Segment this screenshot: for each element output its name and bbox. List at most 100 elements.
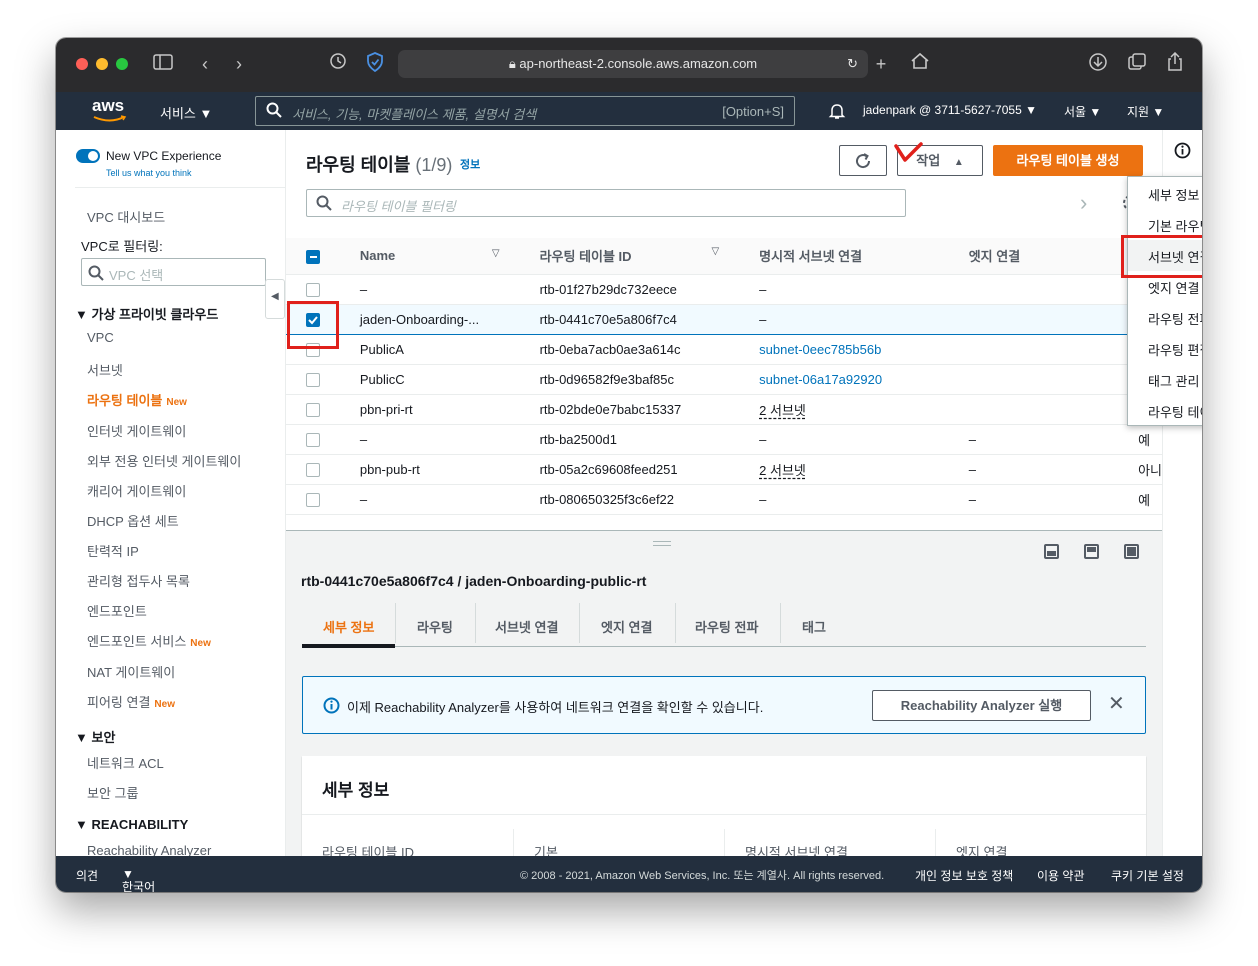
tab-subnet-associations[interactable]: 서브넷 연결 xyxy=(495,617,558,636)
menu-item-view-details[interactable]: 세부 정보 보기 xyxy=(1148,185,1202,204)
table-row[interactable]: PublicA rtb-0eba7acb0ae3a614c subnet-0eec7… xyxy=(286,334,1162,365)
menu-item-delete-route-table[interactable]: 라우팅 테이블 삭제 xyxy=(1148,402,1202,421)
run-reachability-analyzer-button[interactable]: Reachability Analyzer 실행 xyxy=(872,690,1091,721)
shield-icon[interactable] xyxy=(363,52,387,76)
next-page-icon[interactable]: › xyxy=(1080,190,1087,216)
row-route-table-id[interactable]: rtb-080650325f3c6ef22 xyxy=(519,484,740,515)
menu-item-edit-route-propagation[interactable]: 라우팅 전파 편집 xyxy=(1148,309,1202,328)
column-name[interactable]: Name ▽ xyxy=(339,238,520,275)
download-icon[interactable] xyxy=(1086,52,1110,76)
row-checkbox-cell[interactable] xyxy=(286,274,340,305)
footer-feedback-link[interactable]: 의견 xyxy=(76,867,98,884)
row-route-table-id[interactable]: rtb-05a2c69608feed251 xyxy=(519,454,740,485)
vpc-filter-select[interactable]: VPC 선택 xyxy=(81,258,266,286)
row-checkbox-cell[interactable] xyxy=(286,394,340,425)
refresh-button[interactable] xyxy=(839,145,887,176)
forward-icon[interactable]: › xyxy=(227,52,251,76)
aws-logo[interactable]: aws xyxy=(92,96,128,124)
new-vpc-experience-toggle[interactable] xyxy=(76,149,100,163)
sidebar-item-reachability-analyzer[interactable]: Reachability Analyzer xyxy=(87,843,211,856)
row-route-table-id[interactable]: rtb-01f27b29dc732eece xyxy=(519,274,740,305)
tab-tags[interactable]: 태그 xyxy=(802,617,826,636)
close-icon[interactable]: ✕ xyxy=(1108,691,1125,716)
sidebar-item-carrier-gateways[interactable]: 캐리어 게이트웨이 xyxy=(87,481,186,500)
tab-edge-associations[interactable]: 엣지 연결 xyxy=(601,617,652,636)
table-row[interactable]: pbn-pri-rtrtb-02bde0e7babc153372 서브넷아니 xyxy=(286,394,1162,425)
menu-item-edit-edge-associations[interactable]: 엣지 연결 편집 xyxy=(1148,278,1202,297)
select-all-checkbox-cell[interactable] xyxy=(286,238,340,275)
table-row[interactable]: pbn-pub-rt rtb-05a2c69608feed251 2 서브넷 – 아니 xyxy=(286,454,1162,485)
row-checkbox-cell[interactable] xyxy=(286,424,340,455)
row-checkbox-cell[interactable] xyxy=(286,454,340,485)
sidebar-item-egress-only-igw[interactable]: 외부 전용 인터넷 게이트웨이 xyxy=(87,451,241,470)
table-row[interactable]: jaden-Onboarding-... rtb-0441c70e5a806f7c… xyxy=(286,303,1162,335)
row-checkbox[interactable] xyxy=(306,372,320,387)
sidebar-collapse-handle[interactable]: ◀ xyxy=(265,279,285,319)
sidebar-item-elastic-ip[interactable]: 탄력적 IP xyxy=(87,541,139,560)
row-checkbox[interactable] xyxy=(306,282,320,297)
split-side-icon[interactable] xyxy=(1084,544,1099,559)
minimize-window-button[interactable] xyxy=(96,58,108,70)
console-search-input[interactable]: 서비스, 기능, 마켓플레이스 제품, 설명서 검색 [Option+S] xyxy=(255,96,795,126)
sidebar-item-security-groups[interactable]: 보안 그룹 xyxy=(87,783,138,802)
sidebar-item-vpc[interactable]: VPC xyxy=(87,330,114,345)
feedback-link[interactable]: Tell us what you think xyxy=(106,168,192,178)
tab-details[interactable]: 세부 정보 xyxy=(323,617,374,636)
sidebar-item-internet-gateways[interactable]: 인터넷 게이트웨이 xyxy=(87,421,186,440)
row-route-table-id[interactable]: rtb-0eba7acb0ae3a614c xyxy=(519,334,740,365)
menu-item-manage-tags[interactable]: 태그 관리 xyxy=(1148,371,1199,390)
section-reachability-header[interactable]: ▼ REACHABILITY xyxy=(75,817,188,832)
sidebar-item-peering[interactable]: 피어링 연결 New xyxy=(87,692,175,711)
menu-item-edit-routes[interactable]: 라우팅 편집 xyxy=(1148,340,1202,359)
section-vpc-header[interactable]: ▼ 가상 프라이빗 클라우드 xyxy=(75,304,218,323)
row-route-table-id[interactable]: rtb-02bde0e7babc15337 xyxy=(519,394,740,425)
history-icon[interactable] xyxy=(326,52,350,76)
footer-cookies-link[interactable]: 쿠키 기본 설정 xyxy=(1111,867,1184,884)
resize-handle-icon[interactable] xyxy=(653,541,671,546)
table-row[interactable]: –rtb-01f27b29dc732eece–예 xyxy=(286,274,1162,305)
info-link[interactable]: 정보 xyxy=(460,156,480,172)
tabs-overview-icon[interactable] xyxy=(1125,52,1149,76)
sidebar-toggle-icon[interactable] xyxy=(151,52,175,76)
sort-icon[interactable]: ▽ xyxy=(711,246,719,257)
column-edge-associations[interactable]: 엣지 연결 xyxy=(948,238,1119,275)
row-explicit-subnets[interactable]: 2 서브넷 xyxy=(739,394,949,425)
info-icon[interactable] xyxy=(1174,142,1191,162)
row-checkbox-cell[interactable] xyxy=(286,484,340,515)
row-explicit-subnets[interactable]: 2 서브넷 xyxy=(739,454,949,485)
row-checkbox[interactable] xyxy=(306,402,320,417)
sidebar-item-nat-gateways[interactable]: NAT 게이트웨이 xyxy=(87,662,175,681)
row-checkbox[interactable] xyxy=(306,462,320,477)
sidebar-item-endpoint-services[interactable]: 엔드포인트 서비스 New xyxy=(87,631,211,650)
row-checkbox-cell[interactable] xyxy=(286,364,340,395)
sidebar-item-dashboard[interactable]: VPC 대시보드 xyxy=(87,207,165,226)
tab-routes[interactable]: 라우팅 xyxy=(417,617,453,636)
row-explicit-subnets[interactable]: subnet-06a17a92920 xyxy=(739,364,949,395)
select-all-checkbox[interactable] xyxy=(306,249,320,264)
account-menu[interactable]: jadenpark @ 3711-5627-7055 ▼ xyxy=(863,103,1037,117)
reload-icon[interactable]: ↻ xyxy=(847,50,858,78)
support-menu[interactable]: 지원 ▼ xyxy=(1127,103,1164,120)
row-route-table-id[interactable]: rtb-0441c70e5a806f7c4 xyxy=(519,303,740,335)
menu-item-set-main[interactable]: 기본 라우팅 테이블 설정 xyxy=(1148,216,1202,235)
section-security-header[interactable]: ▼ 보안 xyxy=(75,727,115,746)
sidebar-item-dhcp-options[interactable]: DHCP 옵션 세트 xyxy=(87,511,179,530)
footer-terms-link[interactable]: 이용 약관 xyxy=(1037,867,1085,884)
new-tab-icon[interactable]: + xyxy=(869,52,893,76)
tab-route-propagation[interactable]: 라우팅 전파 xyxy=(695,617,758,636)
back-icon[interactable]: ‹ xyxy=(193,52,217,76)
region-menu[interactable]: 서울 ▼ xyxy=(1064,103,1101,120)
services-menu[interactable]: 서비스 ▼ xyxy=(160,103,212,122)
table-row[interactable]: – rtb-ba2500d1– – 예 xyxy=(286,424,1162,455)
zoom-window-button[interactable] xyxy=(116,58,128,70)
bell-icon[interactable] xyxy=(828,102,846,123)
split-full-icon[interactable] xyxy=(1124,544,1139,559)
column-route-table-id[interactable]: 라우팅 테이블 ID ▽ xyxy=(519,238,740,275)
column-explicit-subnets[interactable]: 명시적 서브넷 연결 xyxy=(739,238,949,275)
row-route-table-id[interactable]: rtb-ba2500d1 xyxy=(519,424,740,455)
route-table-filter-input[interactable]: 라우팅 테이블 필터링 xyxy=(306,189,906,217)
table-row[interactable]: – rtb-080650325f3c6ef22– – 예 xyxy=(286,484,1162,515)
sidebar-item-network-acl[interactable]: 네트워크 ACL xyxy=(87,753,164,772)
table-row[interactable]: PublicC rtb-0d96582f9e3baf85c subnet-06a17… xyxy=(286,364,1162,395)
home-icon[interactable] xyxy=(908,52,932,76)
